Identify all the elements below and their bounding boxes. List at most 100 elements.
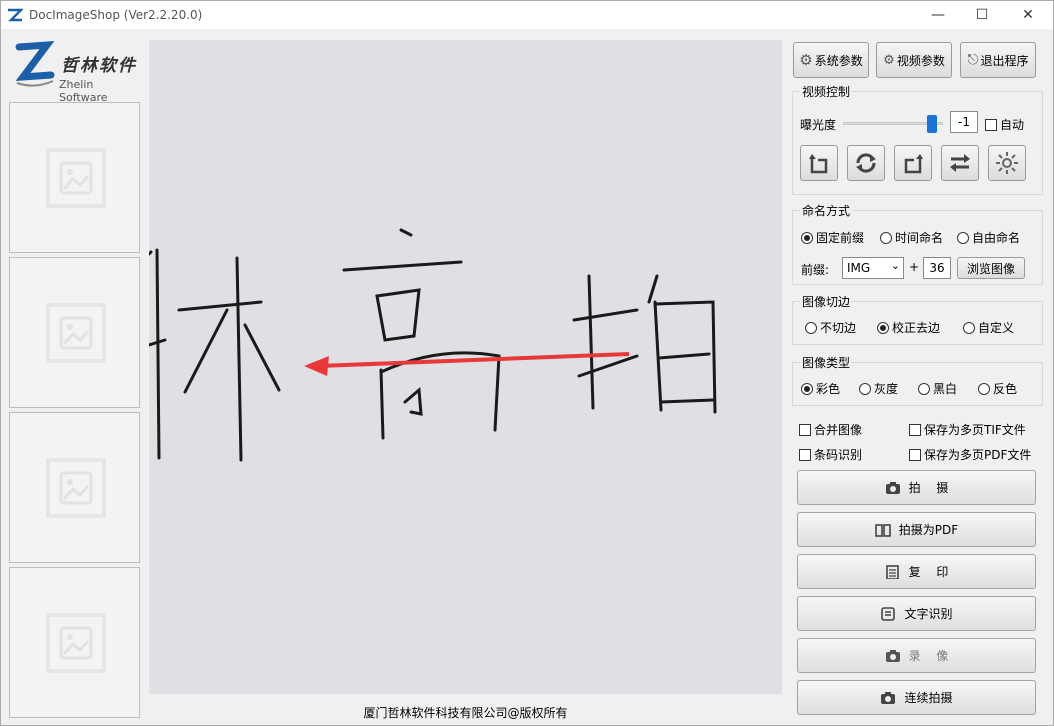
auto-exposure-checkbox[interactable]: 自动 (985, 116, 1024, 133)
zhelin-logo-icon (15, 40, 55, 87)
image-type-option-label: 彩色 (816, 382, 841, 396)
rotate-right-button[interactable] (894, 145, 932, 181)
radio-circle[interactable] (957, 231, 969, 244)
auto-label: 自动 (1000, 118, 1025, 132)
thumbnail-slot[interactable] (9, 102, 140, 253)
radio-circle[interactable] (918, 382, 930, 395)
naming-free-radio[interactable]: 自由命名 (957, 229, 1020, 246)
barcode-checkbox[interactable]: 条码识别 (799, 446, 862, 463)
minimize-button[interactable]: — (915, 1, 961, 29)
merge-label: 合并图像 (814, 423, 863, 437)
image-type-legend: 图像类型 (800, 354, 853, 371)
barcode-label: 条码识别 (814, 448, 863, 462)
chevron-down-icon: ⌄ (890, 259, 900, 272)
prefix-label: 前缀: (801, 263, 830, 277)
exposure-slider-thumb[interactable] (926, 115, 937, 133)
radio-circle[interactable] (978, 382, 990, 395)
merge-images-checkbox[interactable]: 合并图像 (799, 421, 862, 438)
gray-radio[interactable]: 灰度 (859, 380, 898, 397)
camera-icon (885, 481, 900, 494)
copyright-text: 厦门哲林软件科技有限公司@版权所有 (363, 706, 568, 720)
system-params-label: 系统参数 (814, 53, 863, 68)
save-tif-checkbox[interactable]: 保存为多页TIF文件 (909, 421, 1026, 438)
naming-fixed-prefix-radio[interactable]: 固定前缀 (801, 229, 864, 246)
plus-label: + (909, 260, 920, 274)
color-radio[interactable]: 彩色 (801, 380, 840, 397)
close-icon: ✕ (1022, 7, 1034, 23)
system-params-button[interactable]: ⚙ 系统参数 (793, 42, 869, 78)
radio-circle[interactable] (877, 321, 889, 334)
video-control-legend: 视频控制 (800, 83, 853, 100)
title-bar: DocImageShop (Ver2.2.20.0) — ☐ ✕ (1, 1, 1053, 29)
image-type-option-label: 灰度 (874, 382, 899, 396)
radio-circle[interactable] (859, 382, 871, 395)
brightness-icon (996, 152, 1018, 174)
capture-pdf-button[interactable]: 拍摄为PDF (797, 512, 1036, 547)
record-button[interactable]: 录 像 (797, 638, 1036, 673)
naming-time-radio[interactable]: 时间命名 (880, 229, 943, 246)
ocr-label: 文字识别 (904, 607, 953, 621)
maximize-icon: ☐ (975, 7, 989, 23)
control-sidebar: ⚙ 系统参数 ⚙ 视频参数 ⎋ 退出程序 视频控制 曝光度 -1 自动 命名方式… (789, 29, 1053, 725)
rotate-left-button[interactable] (800, 145, 838, 181)
checkbox-box[interactable] (909, 448, 921, 461)
exit-button[interactable]: ⎋ 退出程序 (960, 42, 1036, 78)
logo-chinese: 哲林软件 (61, 56, 137, 76)
rotate-left-icon (809, 154, 828, 174)
exposure-value[interactable]: -1 (950, 111, 978, 133)
radio-circle[interactable] (963, 321, 975, 334)
exposure-slider[interactable] (843, 115, 943, 133)
checkbox-box[interactable] (799, 423, 811, 436)
ocr-button[interactable]: 文字识别 (797, 596, 1036, 631)
image-placeholder-icon (46, 458, 106, 518)
crop-correct-radio[interactable]: 校正去边 (877, 319, 940, 336)
capture-button[interactable]: 拍 摄 (797, 470, 1036, 505)
save-pdf-checkbox[interactable]: 保存为多页PDF文件 (909, 446, 1031, 463)
image-placeholder-icon (46, 613, 106, 673)
radio-circle[interactable] (801, 382, 813, 395)
close-button[interactable]: ✕ (1005, 1, 1051, 29)
logo-english: Zhelin Software (59, 78, 108, 104)
number-input[interactable]: 36 (923, 257, 951, 279)
radio-circle[interactable] (801, 231, 813, 244)
browse-button[interactable]: 浏览图像 (957, 257, 1025, 279)
auto-checkbox-box[interactable] (985, 118, 997, 131)
invert-radio[interactable]: 反色 (978, 380, 1017, 397)
rotate-180-button[interactable] (847, 145, 885, 181)
video-params-label: 视频参数 (896, 53, 945, 68)
gears-icon: ⚙ (883, 52, 895, 68)
camera-icon (881, 691, 896, 704)
book-icon (874, 523, 891, 537)
continuous-capture-label: 连续拍摄 (904, 691, 953, 705)
bw-radio[interactable]: 黑白 (918, 380, 957, 397)
checkbox-box[interactable] (799, 448, 811, 461)
prefix-select[interactable]: IMG ⌄ (842, 257, 904, 279)
copy-button[interactable]: 复 印 (797, 554, 1036, 589)
prefix-select-value: IMG (847, 261, 871, 275)
swap-button[interactable] (941, 145, 979, 181)
continuous-capture-button[interactable]: 连续拍摄 (797, 680, 1036, 715)
brightness-button[interactable] (988, 145, 1026, 181)
capture-pdf-label: 拍摄为PDF (898, 523, 959, 537)
copy-icon (885, 564, 899, 579)
thumbnail-slot[interactable] (9, 567, 140, 718)
minimize-icon: — (931, 7, 945, 23)
crop-option-label: 不切边 (820, 321, 857, 335)
text-recognition-icon (881, 606, 896, 621)
naming-option-label: 时间命名 (895, 231, 944, 245)
thumbnail-slot[interactable] (9, 412, 140, 563)
app-icon (7, 8, 24, 22)
camera-preview[interactable] (149, 40, 782, 694)
crop-none-radio[interactable]: 不切边 (805, 319, 856, 336)
crop-custom-radio[interactable]: 自定义 (963, 319, 1014, 336)
thumbnail-slot[interactable] (9, 257, 140, 408)
crop-option-label: 自定义 (978, 321, 1015, 335)
app-window: DocImageShop (Ver2.2.20.0) — ☐ ✕ 哲林软件 Zh… (0, 0, 1054, 726)
checkbox-box[interactable] (909, 423, 921, 436)
radio-circle[interactable] (805, 321, 817, 334)
video-params-button[interactable]: ⚙ 视频参数 (876, 42, 952, 78)
maximize-button[interactable]: ☐ (959, 1, 1005, 29)
save-pdf-label: 保存为多页PDF文件 (924, 448, 1032, 462)
naming-option-label: 固定前缀 (816, 231, 865, 245)
radio-circle[interactable] (880, 231, 892, 244)
